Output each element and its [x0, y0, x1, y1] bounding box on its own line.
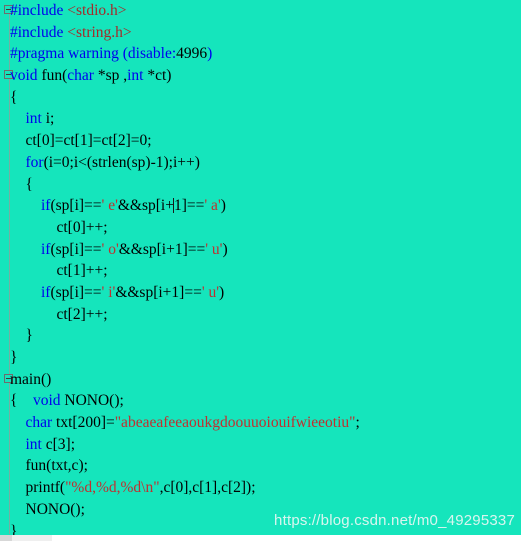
code-token: <stdio.h>	[67, 2, 127, 19]
code-token: "%d,%d,%d\n"	[65, 479, 160, 497]
code-line[interactable]: fun(txt,c);	[10, 455, 521, 477]
code-token: #include	[10, 23, 68, 41]
code-token: {	[10, 175, 33, 193]
code-token: (sp[i]==	[50, 283, 102, 301]
bottom-edge-segment-left	[0, 535, 12, 541]
code-token: fun(txt,c);	[10, 457, 88, 475]
code-line[interactable]: {	[10, 87, 521, 109]
code-token: ct[2]++;	[10, 305, 108, 323]
code-token: ' e'	[101, 197, 118, 215]
code-token: ct[0]++;	[10, 218, 108, 236]
code-token: ,c[0],c[1],c[2]);	[159, 479, 256, 497]
code-token: *ct)	[143, 67, 172, 85]
code-token: c[3];	[41, 435, 76, 453]
bottom-edge-segment-right	[12, 535, 52, 541]
code-token: int	[25, 435, 42, 453]
code-token: NONO();	[10, 500, 85, 518]
code-token: &&sp[i+	[117, 197, 174, 215]
code-token: ct[1]++;	[10, 262, 108, 280]
code-token: txt[200]=	[52, 414, 115, 432]
code-token: 4996	[176, 45, 208, 63]
code-line[interactable]: void fun(char *sp ,int *ct)	[10, 65, 521, 87]
code-token: ' i'	[101, 283, 116, 301]
code-token: (i=0;i<(strlen(sp)-1);i++)	[43, 153, 200, 171]
code-line[interactable]: main()	[10, 369, 521, 391]
code-token: NONO();	[60, 392, 124, 410]
code-token: ;	[355, 414, 360, 432]
code-token: ' u'	[205, 240, 223, 258]
code-token: printf(	[10, 479, 66, 497]
code-line[interactable]: #include <stdio.h>	[10, 0, 521, 22]
code-token: }	[10, 349, 18, 366]
code-token: #include	[10, 2, 68, 19]
code-token: char	[67, 67, 94, 85]
code-line[interactable]: if(sp[i]==' i'&&sp[i+1]==' u')	[10, 282, 521, 304]
code-token: )	[219, 283, 225, 301]
code-line[interactable]: int i;	[10, 108, 521, 130]
code-token: <string.h>	[67, 23, 132, 41]
code-line[interactable]: { void NONO();	[10, 390, 521, 412]
code-token: for	[25, 153, 44, 171]
code-token: )	[222, 240, 228, 258]
code-line[interactable]: ct[1]++;	[10, 260, 521, 282]
code-token: (sp[i]==	[50, 197, 102, 215]
code-token: ct[0]=ct[1]=ct[2]=0;	[10, 132, 152, 150]
code-token: *sp ,	[93, 67, 128, 85]
code-token: )	[207, 45, 213, 63]
code-line[interactable]: if(sp[i]==' e'&&sp[i+1]==' a')	[10, 195, 521, 217]
code-token: char	[25, 414, 53, 432]
code-line[interactable]: ct[2]++;	[10, 304, 521, 326]
code-line[interactable]: {	[10, 174, 521, 196]
code-token: void	[10, 67, 38, 85]
code-token: {	[10, 392, 33, 410]
code-token: )	[220, 197, 226, 215]
code-token: #pragma warning (disable:	[10, 45, 177, 63]
code-token: int	[127, 67, 144, 85]
code-line[interactable]: ct[0]=ct[1]=ct[2]=0;	[10, 130, 521, 152]
code-line[interactable]: #pragma warning (disable:4996)	[10, 43, 521, 65]
code-token: fun(	[37, 67, 68, 85]
code-token: int	[25, 110, 42, 128]
code-token: void	[32, 392, 61, 410]
code-token: (sp[i]==	[50, 240, 102, 258]
code-line[interactable]: printf("%d,%d,%d\n",c[0],c[1],c[2]);	[10, 477, 521, 499]
code-token: }	[10, 327, 33, 345]
code-token: {	[10, 88, 18, 106]
code-token: main()	[10, 370, 52, 388]
code-token: "abeaeafeeaoukgdoouuoiouifwieeotiu"	[114, 414, 356, 432]
code-line[interactable]: ct[0]++;	[10, 217, 521, 239]
code-line[interactable]: }	[10, 325, 521, 347]
code-token: ' u'	[201, 283, 220, 301]
code-editor[interactable]: #include <stdio.h> #include <string.h> #pr…	[0, 0, 521, 541]
code-token: &&sp[i+1]==	[115, 283, 202, 301]
code-token: i;	[41, 110, 55, 128]
code-token: ' a'	[204, 197, 221, 215]
watermark-url: https://blog.csdn.net/m0_49295337	[274, 512, 515, 529]
code-line[interactable]: char txt[200]="abeaeafeeaoukgdoouuoiouif…	[10, 412, 521, 434]
code-text-area[interactable]: #include <stdio.h> #include <string.h> #pr…	[10, 0, 521, 541]
code-token: &&sp[i+1]==	[118, 240, 206, 258]
code-line[interactable]: }	[10, 347, 521, 369]
code-line[interactable]: int c[3];	[10, 434, 521, 456]
code-line[interactable]: #include <string.h>	[10, 22, 521, 44]
window-bottom-edge	[0, 535, 521, 541]
code-line[interactable]: for(i=0;i<(strlen(sp)-1);i++)	[10, 152, 521, 174]
code-token: 1]==	[173, 197, 205, 215]
code-token: ' o'	[101, 240, 119, 258]
code-line[interactable]: if(sp[i]==' o'&&sp[i+1]==' u')	[10, 239, 521, 261]
